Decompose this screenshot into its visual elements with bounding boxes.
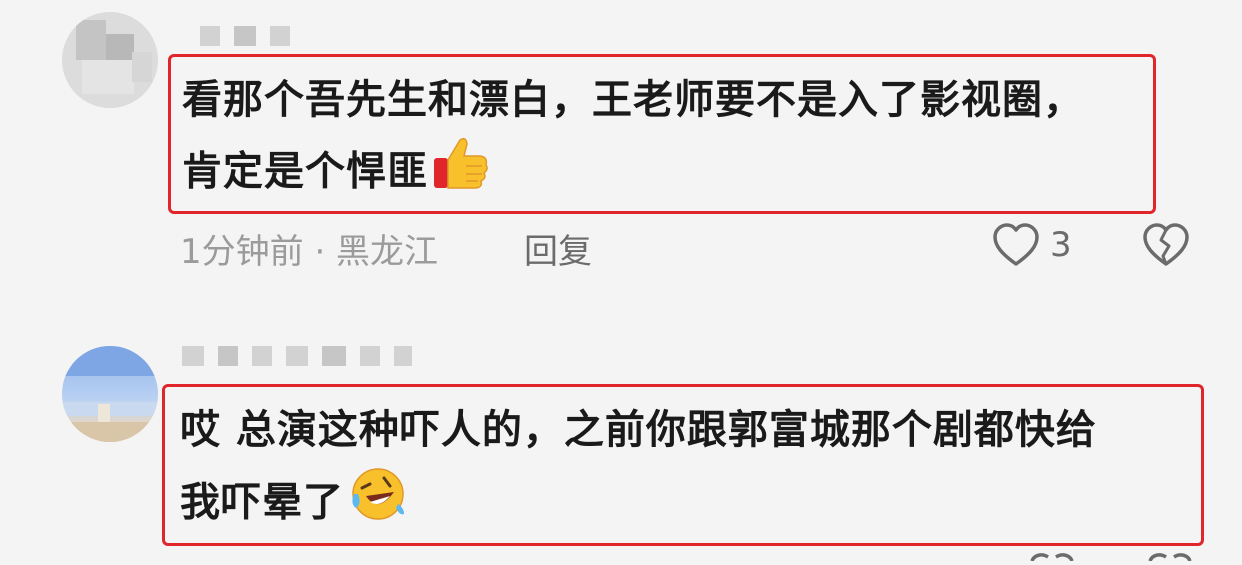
like-button[interactable]: 3 — [992, 222, 1072, 268]
heart-icon[interactable] — [1028, 546, 1076, 565]
broken-heart-icon[interactable] — [1146, 546, 1194, 565]
comment-line-text: 肯定是个悍匪 — [182, 148, 428, 195]
reply-button[interactable]: 回复 — [524, 224, 592, 273]
comment-line-text: 我吓晕了 — [180, 479, 344, 526]
thumbs-up-icon — [432, 134, 490, 213]
like-count: 3 — [1050, 225, 1072, 265]
username-redacted — [200, 26, 304, 50]
comment-time-location: 1分钟前 · 黑龙江 — [180, 232, 439, 272]
heart-icon — [993, 223, 1039, 266]
dislike-button[interactable] — [1142, 222, 1190, 272]
comment-line: 我吓晕了 — [180, 464, 1097, 545]
comment-line: 肯定是个悍匪 — [182, 134, 1084, 213]
username-redacted — [182, 346, 426, 370]
comment-line: 看那个吾先生和漂白，王老师要不是入了影视圈， — [182, 77, 1084, 123]
comment-text[interactable]: 看那个吾先生和漂白，王老师要不是入了影视圈， 肯定是个悍匪 — [182, 66, 1084, 213]
comment-text[interactable]: 哎 总演这种吓人的，之前你跟郭富城那个剧都快给 我吓晕了 — [180, 396, 1097, 545]
avatar[interactable] — [62, 12, 158, 108]
avatar[interactable] — [62, 346, 158, 442]
comment-line: 哎 总演这种吓人的，之前你跟郭富城那个剧都快给 — [180, 407, 1097, 453]
rolling-laughing-face-icon — [348, 464, 408, 545]
broken-heart-icon — [1143, 223, 1189, 266]
